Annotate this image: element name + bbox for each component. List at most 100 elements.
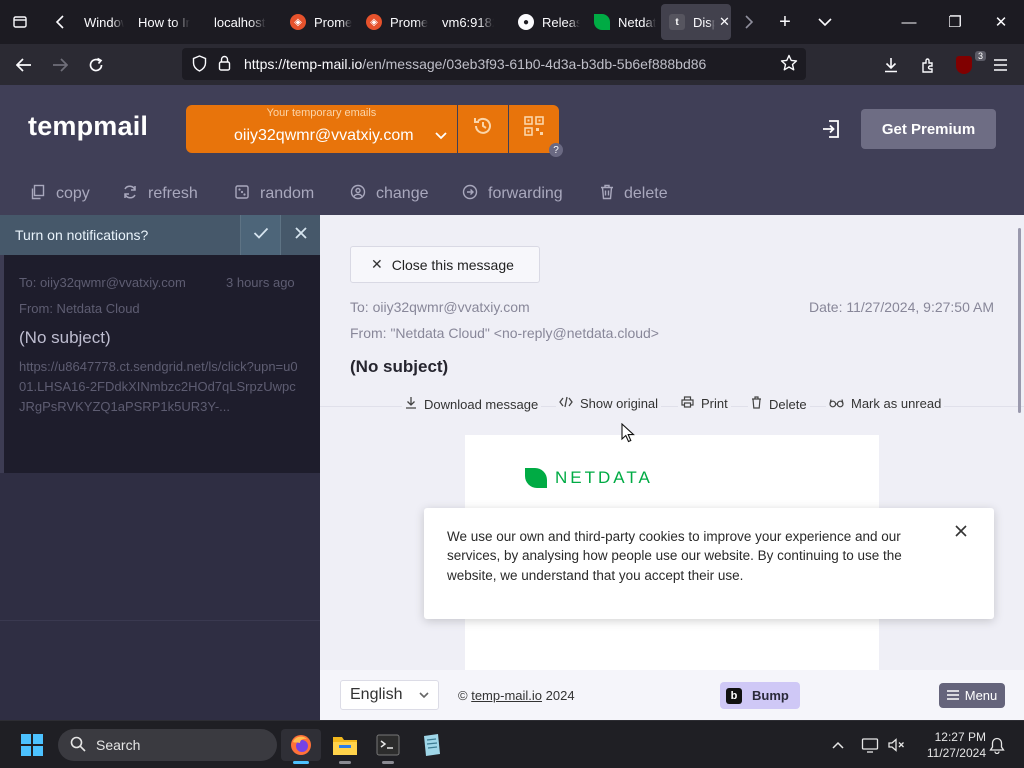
shield-icon[interactable]	[192, 55, 207, 77]
extensions-icon[interactable]	[911, 44, 945, 85]
tab-prometheus-2[interactable]: ◈ Prometheus	[358, 4, 428, 40]
delete-label: delete	[624, 185, 668, 202]
notepad-taskbar-icon[interactable]	[412, 729, 452, 761]
message-scrollbar[interactable]	[1018, 228, 1021, 413]
file-explorer-taskbar-icon[interactable]	[325, 729, 365, 764]
delete-message-button[interactable]: Delete	[748, 396, 810, 412]
tab-scroll-right-icon[interactable]	[732, 0, 766, 44]
email-selector[interactable]: Your temporary emails oiiy32qwmr@vvatxiy…	[186, 105, 457, 153]
show-original-button[interactable]: Show original	[556, 396, 662, 411]
mark-unread-button[interactable]: Mark as unread	[826, 396, 945, 411]
back-icon[interactable]	[7, 44, 41, 85]
browser-nav-bar: https://temp-mail.io/en/message/03eb3f93…	[0, 44, 1024, 85]
tab-prometheus-1[interactable]: ◈ Prometheus	[282, 4, 352, 40]
code-icon	[559, 396, 573, 411]
app-menu-icon[interactable]	[983, 44, 1017, 85]
minimize-icon[interactable]: —	[886, 0, 932, 44]
downloads-icon[interactable]	[874, 44, 908, 85]
message-toolbar: Download message Show original Print Del…	[320, 393, 1024, 419]
reload-icon[interactable]	[79, 44, 113, 85]
url-bar[interactable]: https://temp-mail.io/en/message/03eb3f93…	[182, 48, 806, 80]
forward-icon[interactable]	[43, 44, 77, 85]
random-label: random	[260, 185, 315, 202]
tab-scroll-left-icon[interactable]	[42, 0, 78, 44]
tab-localhost[interactable]: localhost	[206, 4, 266, 40]
mark-unread-label: Mark as unread	[851, 396, 942, 411]
tab-disposable-active[interactable]: t Disposable ✕	[661, 4, 731, 40]
email-address[interactable]: oiiy32qwmr@vvatxiy.com	[234, 127, 414, 145]
dismiss-notifications-button[interactable]	[280, 215, 320, 255]
bookmark-star-icon[interactable]	[780, 54, 798, 77]
lock-icon[interactable]	[218, 55, 231, 76]
mouse-cursor-icon	[621, 422, 635, 448]
history-icon	[472, 115, 494, 143]
chevron-down-icon[interactable]	[435, 127, 447, 143]
list-tabs-icon[interactable]	[806, 0, 844, 44]
firefox-taskbar-icon[interactable]	[281, 729, 321, 764]
tab-releases[interactable]: ● Releases	[510, 4, 580, 40]
home-link[interactable]: temp-mail.io	[471, 688, 542, 703]
tab-title: vm6:9182	[442, 14, 494, 30]
windows-start-icon[interactable]	[21, 734, 43, 756]
close-window-icon[interactable]: ✕	[978, 0, 1024, 44]
delete-label: Delete	[769, 396, 807, 412]
copyright-year: 2024	[545, 688, 575, 703]
tempmail-logo[interactable]: tempmail	[28, 111, 148, 142]
volume-muted-icon[interactable]	[884, 721, 908, 768]
tab-windows[interactable]: Windows	[76, 4, 128, 40]
accept-notifications-button[interactable]	[240, 215, 280, 255]
ublock-extension-icon[interactable]: 3	[947, 44, 986, 85]
notifications-bell-icon[interactable]	[986, 721, 1008, 768]
browser-tab-strip: Windows How to Install localhost ◈ Prome…	[0, 0, 1024, 44]
tab-title: How to Install	[138, 14, 190, 30]
download-icon	[405, 396, 417, 412]
tab-how-to[interactable]: How to Install	[130, 4, 192, 40]
notification-prompt: Turn on notifications?	[0, 215, 320, 255]
menu-button[interactable]: Menu	[939, 683, 1005, 708]
tab-vm6[interactable]: vm6:9182	[434, 4, 498, 40]
netdata-wordmark: NETDATA	[555, 468, 653, 487]
close-message-button[interactable]: ✕ Close this message	[350, 246, 540, 283]
login-icon[interactable]	[820, 118, 842, 146]
tempmail-favicon-icon: t	[669, 14, 685, 30]
get-premium-button[interactable]: Get Premium	[861, 109, 996, 149]
history-button[interactable]	[458, 105, 508, 153]
display-icon[interactable]	[858, 721, 882, 768]
language-select[interactable]: English	[340, 680, 439, 710]
print-button[interactable]: Print	[678, 396, 731, 411]
search-label: Search	[96, 737, 141, 753]
inbox-message-item[interactable]: To: oiiy32qwmr@vvatxiy.com 3 hours ago F…	[0, 255, 320, 473]
show-hidden-icons[interactable]	[826, 721, 850, 768]
tab-overview-icon[interactable]	[0, 0, 40, 44]
menu-label: Menu	[964, 688, 998, 703]
help-icon[interactable]: ?	[549, 143, 563, 157]
tab-title: Windows	[84, 14, 124, 30]
copy-icon	[30, 184, 46, 204]
clock-date: 11/27/2024	[926, 746, 986, 760]
tab-title: Disposable	[693, 14, 715, 30]
tab-title: localhost	[214, 14, 266, 30]
tab-title: Prometheus	[314, 14, 352, 30]
download-message-button[interactable]: Download message	[402, 396, 542, 412]
message-preview: https://u8647778.ct.sendgrid.net/ls/clic…	[19, 359, 298, 414]
close-cookie-icon[interactable]	[955, 524, 967, 542]
restore-icon[interactable]: ❐	[932, 0, 978, 44]
terminal-taskbar-icon[interactable]	[368, 729, 408, 764]
change-button[interactable]: change	[350, 182, 429, 206]
forwarding-button[interactable]: forwarding	[462, 182, 563, 206]
close-tab-icon[interactable]: ✕	[719, 14, 730, 30]
trash-icon	[600, 184, 614, 204]
url-text[interactable]: https://temp-mail.io/en/message/03eb3f93…	[244, 56, 706, 72]
tab-netdata[interactable]: Netdata	[586, 4, 656, 40]
bump-button[interactable]: b Bump	[720, 682, 800, 709]
random-button[interactable]: random	[234, 182, 314, 206]
system-clock[interactable]: 12:27 PM 11/27/2024	[914, 729, 986, 761]
delete-mailbox-button[interactable]: delete	[600, 182, 668, 206]
bump-logo-icon: b	[726, 687, 742, 704]
new-tab-icon[interactable]: +	[766, 0, 804, 44]
copy-button[interactable]: copy	[30, 182, 90, 206]
hamburger-icon	[946, 688, 959, 703]
taskbar-search[interactable]: Search	[58, 729, 277, 761]
forward-icon	[462, 184, 478, 204]
refresh-button[interactable]: refresh	[122, 182, 198, 206]
